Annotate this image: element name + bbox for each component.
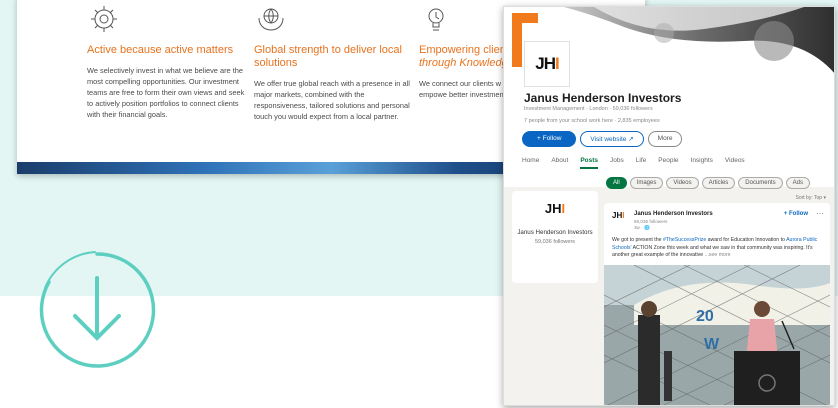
lightbulb-icon xyxy=(421,4,451,36)
sidebar-followers: 59,036 followers xyxy=(534,239,576,245)
download-icon[interactable] xyxy=(35,248,159,372)
page-nav-tabs: Home About Posts Jobs Life People Insigh… xyxy=(522,157,745,169)
filter-articles[interactable]: Articles xyxy=(701,177,736,189)
column-title: Global strength to deliver local solutio… xyxy=(254,44,402,69)
post-follow-button[interactable]: + Follow xyxy=(784,211,808,217)
connections-info[interactable]: 7 people from your school work here · 2,… xyxy=(524,118,660,124)
sort-dropdown[interactable]: Sort by: Top ▾ xyxy=(796,195,827,201)
value-column-active: Active because active matters We selecti… xyxy=(87,0,247,120)
visit-website-button[interactable]: Visit website ↗ xyxy=(580,131,644,147)
tab-videos[interactable]: Videos xyxy=(725,157,745,169)
gear-people-icon xyxy=(89,4,119,36)
tab-insights[interactable]: Insights xyxy=(691,157,713,169)
filter-all[interactable]: All xyxy=(606,177,627,189)
tab-posts[interactable]: Posts xyxy=(580,157,599,169)
value-column-global: Global strength to deliver local solutio… xyxy=(254,0,414,122)
post-meta: 59,036 followers 3w · 🌐 xyxy=(634,219,667,231)
filter-ads[interactable]: Ads xyxy=(785,177,810,189)
post-filter-chips: All Images Videos Articles Documents Ads xyxy=(606,177,810,189)
filter-documents[interactable]: Documents xyxy=(738,177,783,189)
sidebar-company-name[interactable]: Janus Henderson Investors xyxy=(512,228,598,237)
post-time: 3w · 🌐 xyxy=(634,225,650,230)
company-logo: JHI xyxy=(524,41,570,87)
company-logo-small: JHI xyxy=(544,201,566,216)
post-photo[interactable]: 20 W xyxy=(604,264,830,405)
more-button[interactable]: More xyxy=(647,131,683,147)
brand-accent-bar xyxy=(512,13,538,23)
linkedin-screenshot-card: JHI Janus Henderson Investors Investment… xyxy=(503,6,835,406)
tab-jobs[interactable]: Jobs xyxy=(610,157,624,169)
column-body: We selectively invest in what we believe… xyxy=(87,66,245,119)
company-name: Janus Henderson Investors xyxy=(524,91,682,105)
column-body: We offer true global reach with a presen… xyxy=(254,79,410,121)
tab-about[interactable]: About xyxy=(551,157,568,169)
post-author-name[interactable]: Janus Henderson Investors xyxy=(634,211,713,217)
post-text: We got to present the #TheSuccessPrize a… xyxy=(612,237,818,258)
tab-life[interactable]: Life xyxy=(636,157,646,169)
profile-actions: + Follow Visit website ↗ More xyxy=(522,131,683,147)
globe-hands-icon xyxy=(256,4,286,36)
hashtag-link[interactable]: #TheSuccessPrize xyxy=(663,237,706,243)
filter-videos[interactable]: Videos xyxy=(666,177,699,189)
company-sidebar-card: JHI Janus Henderson Investors 59,036 fol… xyxy=(512,191,598,283)
tab-people[interactable]: People xyxy=(658,157,678,169)
company-subtitle: Investment Management · London · 59,036 … xyxy=(524,106,653,112)
post-more-icon[interactable]: ··· xyxy=(816,209,824,218)
tab-home[interactable]: Home xyxy=(522,157,539,169)
svg-text:20: 20 xyxy=(696,308,714,325)
filter-images[interactable]: Images xyxy=(629,177,664,189)
column-title: Active because active matters xyxy=(87,44,234,56)
feed-post: JHI Janus Henderson Investors 59,036 fol… xyxy=(604,203,830,405)
see-more-link[interactable]: ...see more xyxy=(705,252,731,258)
post-author-logo[interactable]: JHI xyxy=(612,211,628,227)
follow-button[interactable]: + Follow xyxy=(522,131,577,147)
